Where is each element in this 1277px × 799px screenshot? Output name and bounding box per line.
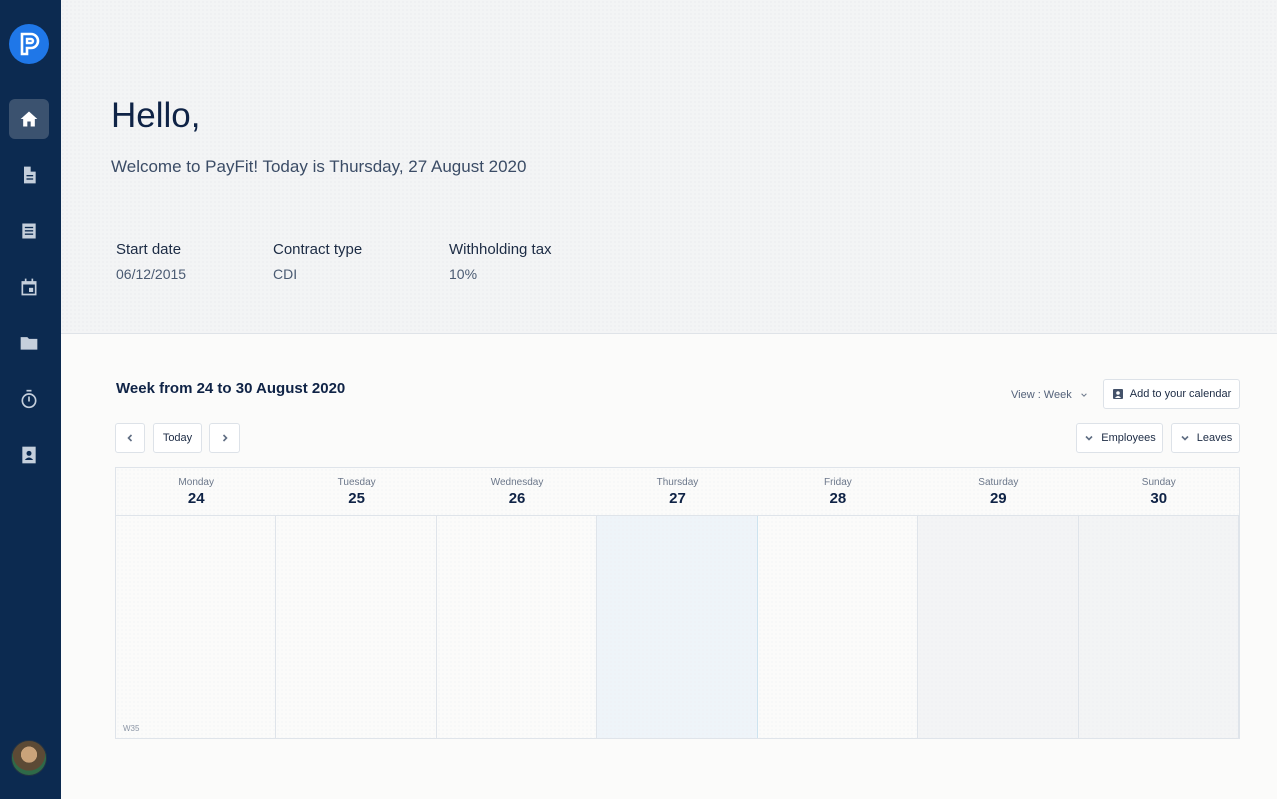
contacts-icon <box>22 446 36 464</box>
user-avatar[interactable] <box>11 740 47 776</box>
day-column-friday[interactable] <box>757 516 919 738</box>
day-number: 30 <box>1150 490 1168 507</box>
document-icon <box>24 166 36 184</box>
payslip-icon <box>22 223 36 239</box>
day-column-saturday[interactable] <box>918 516 1079 738</box>
today-button[interactable]: Today <box>153 423 202 453</box>
week-title: Week from 24 to 30 August 2020 <box>116 380 346 397</box>
day-number: 27 <box>669 490 686 507</box>
info-value: 06/12/2015 <box>116 266 187 282</box>
day-number: 28 <box>829 490 847 507</box>
next-week-button[interactable] <box>209 423 240 453</box>
day-name: Wednesday <box>490 477 544 488</box>
sidebar-item-documents[interactable] <box>9 155 49 195</box>
day-name: Tuesday <box>337 477 376 488</box>
sidebar <box>0 0 61 799</box>
add-to-calendar-button[interactable]: Add to your calendar <box>1103 379 1240 409</box>
info-withholding-tax: Withholding tax 10% <box>449 241 552 282</box>
calendar-header: Monday 24 Tuesday 25 Wednesday 26 Thursd… <box>116 468 1239 516</box>
timer-icon <box>21 389 37 409</box>
info-value: CDI <box>273 266 298 282</box>
info-value: 10% <box>449 266 478 282</box>
view-select-label: View : Week <box>1011 389 1072 401</box>
day-column-wednesday[interactable] <box>436 516 598 738</box>
chevron-down-icon <box>1080 393 1087 397</box>
sidebar-item-directory[interactable] <box>9 435 49 475</box>
day-column-monday[interactable] <box>116 516 277 738</box>
day-header-wednesday: Wednesday 26 <box>437 468 597 515</box>
employees-filter-button[interactable]: Employees <box>1076 423 1163 453</box>
info-start-date: Start date 06/12/2015 <box>116 241 186 282</box>
day-column-tuesday[interactable] <box>276 516 437 738</box>
day-name: Saturday <box>978 477 1019 488</box>
calendar-icon <box>21 278 37 296</box>
info-label: Withholding tax <box>449 241 552 258</box>
chevron-left-icon <box>127 434 133 442</box>
folder-icon <box>20 337 38 350</box>
day-header-tuesday: Tuesday 25 <box>276 468 436 515</box>
leaves-filter-label: Leaves <box>1196 432 1233 444</box>
week-calendar: Monday 24 Tuesday 25 Wednesday 26 Thursd… <box>115 467 1240 739</box>
payfit-logo-icon[interactable] <box>9 24 49 64</box>
home-icon <box>20 111 38 127</box>
welcome-message: Welcome to PayFit! Today is Thursday, 27… <box>111 157 527 176</box>
day-header-monday: Monday 24 <box>116 468 276 515</box>
day-number: 25 <box>348 490 365 507</box>
day-header-sunday: Sunday 30 <box>1079 468 1239 515</box>
sidebar-item-time[interactable] <box>9 379 49 419</box>
welcome-header: Hello, Welcome to PayFit! Today is Thurs… <box>61 0 1277 334</box>
leaves-filter-button[interactable]: Leaves <box>1171 423 1240 453</box>
add-to-calendar-label: Add to your calendar <box>1129 388 1232 400</box>
sidebar-item-home[interactable] <box>9 99 49 139</box>
day-column-thursday[interactable] <box>597 516 758 738</box>
employees-filter-label: Employees <box>1101 432 1156 444</box>
week-number-label: W35 <box>123 724 140 733</box>
day-number: 26 <box>508 490 526 507</box>
calendar-contact-icon <box>1112 389 1123 399</box>
day-header-thursday: Thursday 27 <box>597 468 757 515</box>
day-header-friday: Friday 28 <box>758 468 918 515</box>
today-label: Today <box>162 432 193 444</box>
day-column-sunday[interactable] <box>1078 516 1239 738</box>
sidebar-item-calendar[interactable] <box>9 267 49 307</box>
calendar-body: W35 <box>116 516 1239 738</box>
greeting: Hello, <box>111 96 201 135</box>
day-name: Monday <box>178 477 214 488</box>
day-name: Thursday <box>656 477 699 488</box>
day-name: Friday <box>824 477 852 488</box>
day-header-saturday: Saturday 29 <box>918 468 1078 515</box>
previous-week-button[interactable] <box>115 423 145 453</box>
day-number: 29 <box>989 490 1007 507</box>
chevron-right-icon <box>222 434 228 442</box>
info-label: Start date <box>116 241 182 258</box>
info-contract-type: Contract type CDI <box>273 241 362 282</box>
sidebar-item-payslips[interactable] <box>9 211 49 251</box>
day-number: 24 <box>187 490 205 507</box>
sidebar-item-folders[interactable] <box>9 323 49 363</box>
view-select[interactable]: View : Week <box>1011 389 1088 401</box>
chevron-down-icon <box>1085 435 1093 441</box>
info-label: Contract type <box>273 241 363 258</box>
chevron-down-icon <box>1181 435 1189 441</box>
day-name: Sunday <box>1141 477 1176 488</box>
